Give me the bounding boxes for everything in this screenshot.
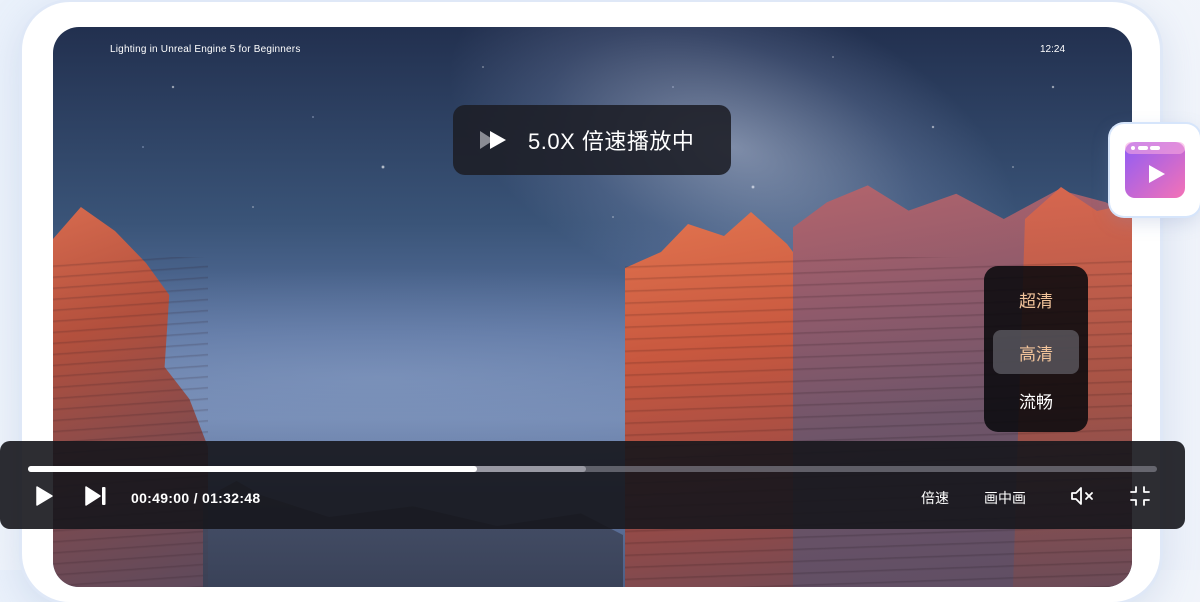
quality-option-hd-selected[interactable]: 高清 <box>993 330 1079 374</box>
player-control-bar: 00:49:00 / 01:32:48 倍速 画中画 <box>0 441 1185 529</box>
playback-speed-text: 5.0X 倍速播放中 <box>528 129 695 154</box>
playback-speed-toast: 5.0X 倍速播放中 <box>453 105 731 175</box>
play-button[interactable] <box>34 485 58 512</box>
picture-in-picture-button[interactable]: 画中画 <box>984 486 1026 510</box>
quality-option-uhd[interactable]: 超清 <box>993 277 1079 321</box>
quality-menu: 超清 高清 流畅 <box>984 266 1088 432</box>
exit-fullscreen-icon <box>1128 484 1152 513</box>
video-player-app-icon[interactable] <box>1110 124 1200 216</box>
speed-button[interactable]: 倍速 <box>921 486 949 510</box>
fast-forward-icon <box>478 129 510 151</box>
quality-option-smooth[interactable]: 流畅 <box>993 378 1079 422</box>
volume-mute-icon <box>1069 485 1097 512</box>
time-readout: 00:49:00 / 01:32:48 <box>131 490 261 506</box>
progress-played <box>28 466 478 472</box>
progress-bar[interactable] <box>28 466 1157 472</box>
video-title: Lighting in Unreal Engine 5 for Beginner… <box>110 44 301 55</box>
mute-button[interactable] <box>1069 486 1097 510</box>
clock: 12:24 <box>1040 44 1066 55</box>
next-button[interactable] <box>84 485 108 512</box>
rock-strata-left <box>53 257 208 587</box>
exit-fullscreen-button[interactable] <box>1128 484 1152 513</box>
play-icon <box>34 485 54 512</box>
skip-next-icon <box>84 485 108 512</box>
